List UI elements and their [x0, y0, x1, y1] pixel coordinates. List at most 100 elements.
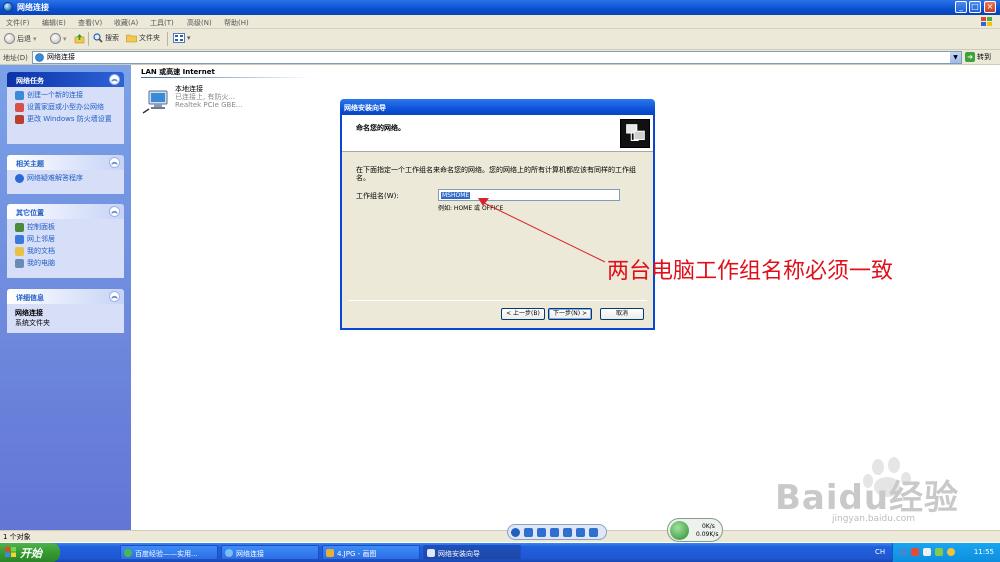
ime-fullwidth-icon[interactable]: [550, 527, 559, 537]
search-button[interactable]: 搜索: [93, 33, 119, 43]
windows-logo-icon: [981, 17, 992, 26]
tray-app-icon[interactable]: [935, 548, 943, 556]
network-tasks-panel: 网络任务 ︽ 创建一个新的连接 设置家庭或小型办公网络 更改 Windows 防…: [7, 72, 124, 144]
tray-network-icon[interactable]: [899, 548, 907, 556]
toolbar: 后退 ▾ ▾ 搜索 文件夹 ▾: [0, 29, 1000, 50]
ime-toolbar[interactable]: [507, 524, 607, 540]
wizard-title[interactable]: 网络安装向导: [340, 99, 655, 115]
menu-advanced[interactable]: 高级(N): [187, 18, 212, 28]
ime-keyboard-icon[interactable]: [563, 527, 572, 537]
menu-help[interactable]: 帮助(H): [224, 18, 249, 28]
language-indicator[interactable]: CH: [875, 548, 885, 556]
go-button[interactable]: ➜ 转到: [965, 52, 991, 62]
status-bar: 1 个对象: [0, 530, 1000, 542]
wizard-description: 在下面指定一个工作组名来命名您的网络。您的网络上的所有计算机都应该有同样的工作组…: [356, 166, 636, 182]
net-speed-widget[interactable]: 0K/s 0.09K/s: [667, 518, 723, 542]
collapse-chevron-icon[interactable]: ︽: [109, 206, 120, 217]
network-tasks-header[interactable]: 网络任务 ︽: [7, 72, 124, 87]
related-topics-header[interactable]: 相关主题 ︽: [7, 155, 124, 170]
back-step-button[interactable]: < 上一步(B): [501, 308, 545, 320]
info-icon: [15, 174, 24, 183]
menu-view[interactable]: 查看(V): [78, 18, 102, 28]
back-arrow-icon: [4, 33, 15, 44]
next-step-button[interactable]: 下一步(N) >: [548, 308, 592, 320]
views-button[interactable]: ▾: [173, 33, 191, 43]
menu-edit[interactable]: 编辑(E): [42, 18, 66, 28]
ime-microphone-icon[interactable]: [576, 527, 585, 537]
ime-punctuation-icon[interactable]: [537, 527, 546, 537]
ime-logo-icon[interactable]: [511, 527, 520, 537]
place-control-panel[interactable]: 控制面板: [15, 223, 120, 232]
details-header[interactable]: 详细信息 ︽: [7, 289, 124, 304]
firewall-icon: [15, 115, 24, 124]
taskbar: 开始 百度经验——实用... 网络连接 4.JPG - 画图 网络安装向导 CH…: [0, 543, 1000, 562]
address-label: 地址(D): [3, 54, 28, 62]
place-my-documents[interactable]: 我的文档: [15, 247, 120, 256]
lan-connection-icon: [142, 90, 168, 114]
task-network-setup-wizard[interactable]: 网络安装向导: [423, 545, 521, 560]
windows-flag-icon: [5, 547, 16, 557]
forward-button[interactable]: ▾: [50, 33, 67, 44]
wizard-icon: [427, 549, 435, 557]
go-arrow-icon: ➜: [965, 52, 975, 62]
upload-speed: 0K/s: [702, 523, 715, 530]
details-type: 系统文件夹: [15, 319, 50, 327]
ime-chinese-mode-icon[interactable]: [524, 527, 533, 537]
forward-arrow-icon: [50, 33, 61, 44]
folder-icon: [126, 34, 137, 43]
task-paint[interactable]: 4.JPG - 画图: [322, 545, 420, 560]
browser-icon: [124, 549, 132, 557]
minimize-button[interactable]: _: [955, 1, 967, 13]
topic-network-troubleshooter[interactable]: 网络疑难解答程序: [15, 174, 120, 183]
network-neighborhood-icon: [15, 235, 24, 244]
search-icon: [93, 33, 103, 43]
cancel-button[interactable]: 取消: [600, 308, 644, 320]
address-input[interactable]: 网络连接 ▼: [32, 51, 962, 64]
other-places-header[interactable]: 其它位置 ︽: [7, 204, 124, 219]
workgroup-input[interactable]: MSHOME: [438, 189, 620, 201]
task-firewall-settings[interactable]: 更改 Windows 防火墙设置: [15, 115, 120, 124]
address-bar: 地址(D) 网络连接 ▼ ➜ 转到: [0, 50, 1000, 65]
menu-tools[interactable]: 工具(T): [150, 18, 174, 28]
watermark-brand: Baidu经验: [775, 478, 960, 518]
place-my-computer[interactable]: 我的电脑: [15, 259, 120, 268]
ime-settings-icon[interactable]: [589, 527, 598, 537]
close-button[interactable]: ×: [984, 1, 996, 13]
details-name: 网络连接: [15, 309, 43, 317]
my-computer-icon: [15, 259, 24, 268]
window-titlebar[interactable]: 网络连接 _ □ ×: [0, 0, 1000, 15]
tray-clock: 11:55: [973, 548, 994, 556]
menu-file[interactable]: 文件(F): [6, 18, 30, 28]
task-setup-home-network[interactable]: 设置家庭或小型办公网络: [15, 103, 120, 112]
network-connections-icon: [35, 53, 44, 62]
start-button[interactable]: 开始: [0, 543, 60, 562]
folders-button[interactable]: 文件夹: [126, 33, 160, 43]
tray-security-icon[interactable]: [911, 548, 919, 556]
tray-update-icon[interactable]: [947, 548, 955, 556]
task-create-connection[interactable]: 创建一个新的连接: [15, 91, 120, 100]
download-speed: 0.09K/s: [696, 531, 719, 538]
maximize-button[interactable]: □: [969, 1, 981, 13]
network-setup-wizard-dialog: 网络安装向导 命名您的网络。 在下面指定一个工作组名来命名您的网络。您的网络上的…: [340, 99, 655, 330]
collapse-chevron-icon[interactable]: ︽: [109, 291, 120, 302]
network-wizard-icon: [620, 119, 650, 148]
other-places-panel: 其它位置 ︽ 控制面板 网上邻居 我的文档 我的电脑: [7, 204, 124, 278]
collapse-chevron-icon[interactable]: ︽: [109, 74, 120, 85]
address-dropdown-button[interactable]: ▼: [950, 52, 961, 63]
local-connection-item[interactable]: 本地连接 已连接上, 有防火... Realtek PCIe GBE...: [141, 85, 242, 115]
workgroup-example: 例如: HOME 或 OFFICE: [438, 205, 504, 212]
place-network-neighborhood[interactable]: 网上邻居: [15, 235, 120, 244]
watermark-url: jingyan.baidu.com: [832, 514, 916, 524]
task-pane: 网络任务 ︽ 创建一个新的连接 设置家庭或小型办公网络 更改 Windows 防…: [0, 65, 131, 530]
control-panel-icon: [15, 223, 24, 232]
my-documents-icon: [15, 247, 24, 256]
menu-favorites[interactable]: 收藏(A): [114, 18, 138, 28]
back-button[interactable]: 后退 ▾: [4, 33, 37, 44]
up-folder-button[interactable]: [74, 33, 85, 44]
collapse-chevron-icon[interactable]: ︽: [109, 157, 120, 168]
tray-volume-icon[interactable]: [923, 548, 931, 556]
menu-bar: 文件(F) 编辑(E) 查看(V) 收藏(A) 工具(T) 高级(N) 帮助(H…: [0, 15, 1000, 29]
task-network-connections[interactable]: 网络连接: [221, 545, 319, 560]
task-baidu-jingyan[interactable]: 百度经验——实用...: [120, 545, 218, 560]
details-panel: 详细信息 ︽ 网络连接 系统文件夹: [7, 289, 124, 333]
